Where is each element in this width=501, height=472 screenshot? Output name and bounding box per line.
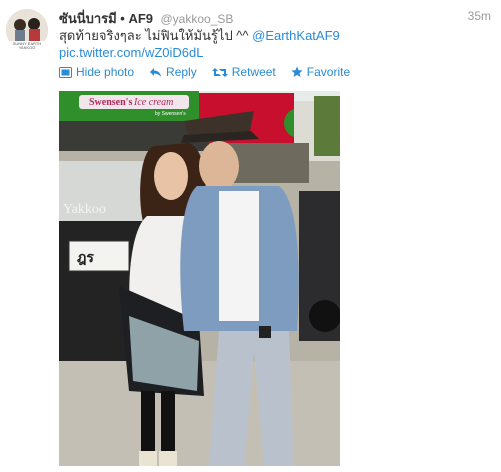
- tweet-item: SUNNY EARTH YAKKOO ซันนี่บารมี • AF9 @ya…: [0, 0, 501, 472]
- sign-brand-text: Swensen's: [89, 97, 132, 108]
- star-icon: [291, 66, 303, 77]
- tweet-photo[interactable]: Swensen's Ice cream by Swensen's ฎร Yakk…: [59, 91, 340, 466]
- tweet-text-body: สุดท้ายจริงๆละ ไม่ฟินให้มันรู้ไป ^^: [59, 28, 253, 43]
- avatar[interactable]: SUNNY EARTH YAKKOO: [6, 9, 48, 51]
- user-handle[interactable]: @yakkoo_SB: [161, 12, 234, 26]
- tweet-actions: Hide photo Reply Retweet Favorite: [59, 64, 365, 80]
- reply-label: Reply: [166, 65, 197, 79]
- user-fullname[interactable]: ซันนี่บารมี • AF9: [59, 11, 153, 26]
- sign-sub-text: by Swensen's: [155, 111, 186, 117]
- avatar-caption-2: YAKKOO: [19, 45, 36, 50]
- retweet-label: Retweet: [231, 65, 276, 79]
- tweet-timestamp[interactable]: 35m: [468, 9, 491, 23]
- reply-icon: [150, 67, 162, 77]
- sign-main-text: Ice cream: [133, 97, 173, 108]
- mention-link[interactable]: @EarthKatAF9: [252, 28, 340, 43]
- tweet-text: สุดท้ายจริงๆละ ไม่ฟินให้มันรู้ไป ^^ @Ear…: [59, 27, 479, 61]
- favorite-button[interactable]: Favorite: [291, 64, 350, 80]
- watermark-text: Yakkoo: [63, 202, 106, 217]
- tweet-header: ซันนี่บารมี • AF9 @yakkoo_SB 35m: [59, 8, 495, 26]
- retweet-button[interactable]: Retweet: [211, 64, 276, 80]
- plate-text: ฎร: [77, 250, 94, 266]
- photo-icon: [59, 66, 72, 78]
- reply-button[interactable]: Reply: [149, 64, 197, 80]
- hide-photo-button[interactable]: Hide photo: [59, 64, 134, 80]
- retweet-icon: [211, 67, 228, 77]
- favorite-label: Favorite: [306, 65, 351, 79]
- photo-link[interactable]: pic.twitter.com/wZ0iD6dL: [59, 45, 204, 60]
- hide-photo-label: Hide photo: [76, 65, 135, 79]
